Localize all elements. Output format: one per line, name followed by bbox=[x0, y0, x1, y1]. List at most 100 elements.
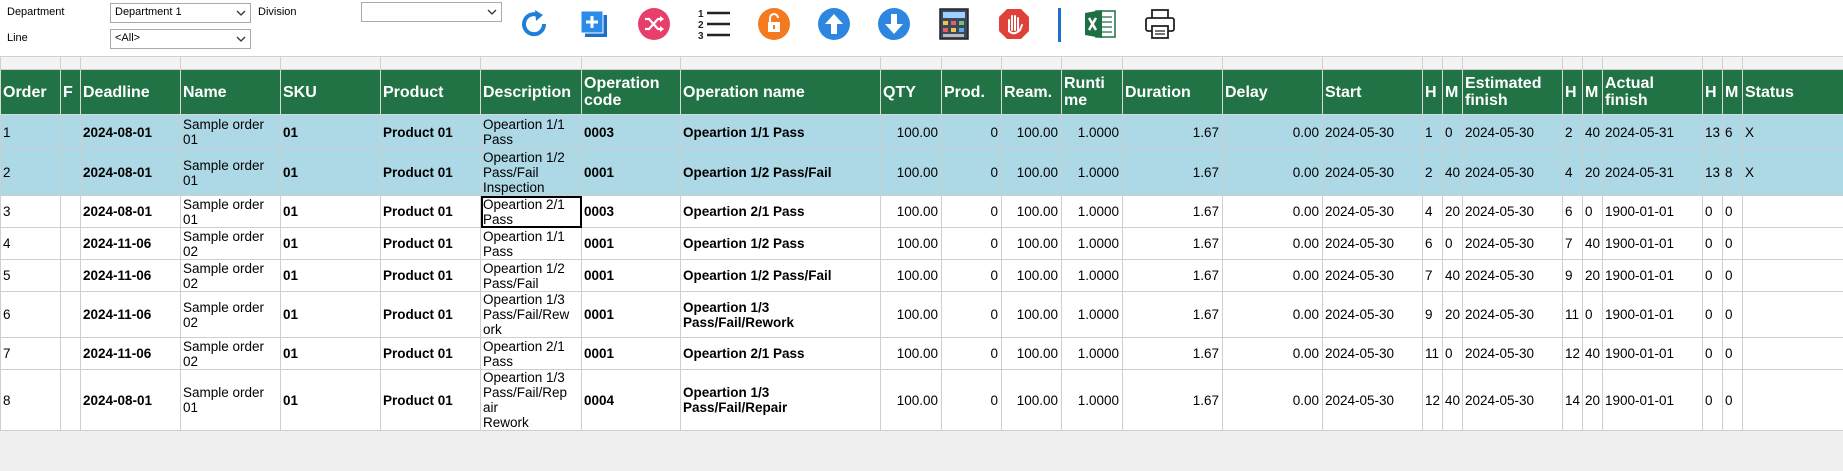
cell-estimated-finish[interactable]: 2024-05-30 bbox=[1462, 149, 1563, 196]
cell-status[interactable] bbox=[1742, 291, 1843, 338]
cell-name[interactable]: Sample order 01 bbox=[180, 149, 281, 196]
header-description[interactable]: Description bbox=[480, 69, 582, 115]
cell-ream[interactable]: 100.00 bbox=[1001, 195, 1062, 228]
cell-est-m[interactable]: 40 bbox=[1582, 114, 1603, 150]
cell-f[interactable] bbox=[60, 227, 81, 260]
cell-description[interactable]: Opeartion 1/1 Pass bbox=[480, 227, 582, 260]
cell-start[interactable]: 2024-05-30 bbox=[1322, 337, 1423, 370]
header-duration[interactable]: Duration bbox=[1122, 69, 1223, 115]
cell-ream[interactable]: 100.00 bbox=[1001, 369, 1062, 431]
cell-prod[interactable]: 0 bbox=[941, 149, 1002, 196]
cell-estimated-finish[interactable]: 2024-05-30 bbox=[1462, 227, 1563, 260]
cell-est-h[interactable]: 11 bbox=[1562, 291, 1583, 338]
cell-act-h[interactable]: 13 bbox=[1702, 114, 1723, 150]
cell-delay[interactable]: 0.00 bbox=[1222, 259, 1323, 292]
cell-act-m[interactable]: 0 bbox=[1722, 259, 1743, 292]
cell-description[interactable]: Opeartion 1/3 Pass/Fail/Rep air Rework bbox=[480, 369, 582, 431]
cell-actual-finish[interactable]: 1900-01-01 bbox=[1602, 259, 1703, 292]
cell-actual-finish[interactable]: 1900-01-01 bbox=[1602, 291, 1703, 338]
header-qty[interactable]: QTY bbox=[880, 69, 942, 115]
cell-qty[interactable]: 100.00 bbox=[880, 259, 942, 292]
cell-product[interactable]: Product 01 bbox=[380, 114, 481, 150]
cell-status[interactable] bbox=[1742, 227, 1843, 260]
cell-duration[interactable]: 1.67 bbox=[1122, 227, 1223, 260]
cell-operation-code[interactable]: 0001 bbox=[581, 291, 681, 338]
cell-qty[interactable]: 100.00 bbox=[880, 195, 942, 228]
cell-sku[interactable]: 01 bbox=[280, 114, 381, 150]
cell-description[interactable]: Opeartion 1/3 Pass/Fail/Rew ork bbox=[480, 291, 582, 338]
header-estimated-finish[interactable]: Estimated finish bbox=[1462, 69, 1563, 115]
cell-est-h[interactable]: 9 bbox=[1562, 259, 1583, 292]
cell-operation-name[interactable]: Opeartion 2/1 Pass bbox=[680, 337, 881, 370]
cell-order[interactable]: 6 bbox=[0, 291, 61, 338]
shuffle-icon[interactable] bbox=[636, 6, 672, 42]
arrow-down-icon[interactable] bbox=[876, 6, 912, 42]
header-product[interactable]: Product bbox=[380, 69, 481, 115]
cell-qty[interactable]: 100.00 bbox=[880, 369, 942, 431]
cell-product[interactable]: Product 01 bbox=[380, 291, 481, 338]
cell-name[interactable]: Sample order 02 bbox=[180, 227, 281, 260]
cell-start-h[interactable]: 7 bbox=[1422, 259, 1443, 292]
cell-operation-code[interactable]: 0001 bbox=[581, 337, 681, 370]
cell-duration[interactable]: 1.67 bbox=[1122, 195, 1223, 228]
numbered-list-icon[interactable]: 1 2 3 bbox=[696, 6, 732, 42]
cell-runtime[interactable]: 1.0000 bbox=[1061, 114, 1123, 150]
cell-start-h[interactable]: 9 bbox=[1422, 291, 1443, 338]
cell-actual-finish[interactable]: 1900-01-01 bbox=[1602, 227, 1703, 260]
cell-prod[interactable]: 0 bbox=[941, 259, 1002, 292]
cell-product[interactable]: Product 01 bbox=[380, 227, 481, 260]
cell-act-h[interactable]: 0 bbox=[1702, 195, 1723, 228]
cell-delay[interactable]: 0.00 bbox=[1222, 227, 1323, 260]
cell-operation-code[interactable]: 0003 bbox=[581, 114, 681, 150]
cell-order[interactable]: 3 bbox=[0, 195, 61, 228]
cell-description[interactable]: Opeartion 1/2 Pass/Fail Inspection bbox=[480, 149, 582, 196]
cell-est-h[interactable]: 4 bbox=[1562, 149, 1583, 196]
cell-f[interactable] bbox=[60, 114, 81, 150]
cell-sku[interactable]: 01 bbox=[280, 227, 381, 260]
cell-runtime[interactable]: 1.0000 bbox=[1061, 259, 1123, 292]
cell-status[interactable] bbox=[1742, 195, 1843, 228]
cell-sku[interactable]: 01 bbox=[280, 195, 381, 228]
cell-actual-finish[interactable]: 1900-01-01 bbox=[1602, 369, 1703, 431]
cell-delay[interactable]: 0.00 bbox=[1222, 291, 1323, 338]
cell-order[interactable]: 2 bbox=[0, 149, 61, 196]
cell-description[interactable]: Opeartion 2/1 Pass bbox=[480, 195, 582, 228]
cell-act-h[interactable]: 0 bbox=[1702, 369, 1723, 431]
header-operation-name[interactable]: Operation name bbox=[680, 69, 881, 115]
header-status[interactable]: Status bbox=[1742, 69, 1843, 115]
header-deadline[interactable]: Deadline bbox=[80, 69, 181, 115]
division-select[interactable] bbox=[361, 2, 502, 22]
header-act-m[interactable]: M bbox=[1722, 69, 1743, 115]
cell-order[interactable]: 1 bbox=[0, 114, 61, 150]
cell-act-m[interactable]: 0 bbox=[1722, 337, 1743, 370]
cell-name[interactable]: Sample order 01 bbox=[180, 114, 281, 150]
cell-deadline[interactable]: 2024-11-06 bbox=[80, 259, 181, 292]
header-actual-finish[interactable]: Actual finish bbox=[1602, 69, 1703, 115]
cell-sku[interactable]: 01 bbox=[280, 369, 381, 431]
cell-status[interactable]: X bbox=[1742, 149, 1843, 196]
cell-status[interactable] bbox=[1742, 369, 1843, 431]
cell-act-h[interactable]: 0 bbox=[1702, 259, 1723, 292]
unlock-icon[interactable] bbox=[756, 6, 792, 42]
cell-estimated-finish[interactable]: 2024-05-30 bbox=[1462, 195, 1563, 228]
table-row[interactable]: 3 2024-08-01 Sample order 01 01 Product 01 Op… bbox=[0, 195, 1843, 228]
cell-start[interactable]: 2024-05-30 bbox=[1322, 369, 1423, 431]
header-order[interactable]: Order bbox=[0, 69, 61, 115]
header-est-m[interactable]: M bbox=[1582, 69, 1603, 115]
cell-start-h[interactable]: 12 bbox=[1422, 369, 1443, 431]
cell-f[interactable] bbox=[60, 195, 81, 228]
cell-operation-name[interactable]: Opeartion 1/2 Pass/Fail bbox=[680, 149, 881, 196]
cell-status[interactable]: X bbox=[1742, 114, 1843, 150]
cell-qty[interactable]: 100.00 bbox=[880, 149, 942, 196]
cell-start-h[interactable]: 6 bbox=[1422, 227, 1443, 260]
add-copy-icon[interactable] bbox=[576, 6, 612, 42]
cell-duration[interactable]: 1.67 bbox=[1122, 369, 1223, 431]
cell-act-h[interactable]: 0 bbox=[1702, 227, 1723, 260]
print-icon[interactable] bbox=[1142, 6, 1178, 42]
cell-qty[interactable]: 100.00 bbox=[880, 114, 942, 150]
cell-runtime[interactable]: 1.0000 bbox=[1061, 337, 1123, 370]
header-runtime[interactable]: Runti me bbox=[1061, 69, 1123, 115]
header-prod[interactable]: Prod. bbox=[941, 69, 1002, 115]
cell-act-m[interactable]: 0 bbox=[1722, 291, 1743, 338]
arrow-up-icon[interactable] bbox=[816, 6, 852, 42]
